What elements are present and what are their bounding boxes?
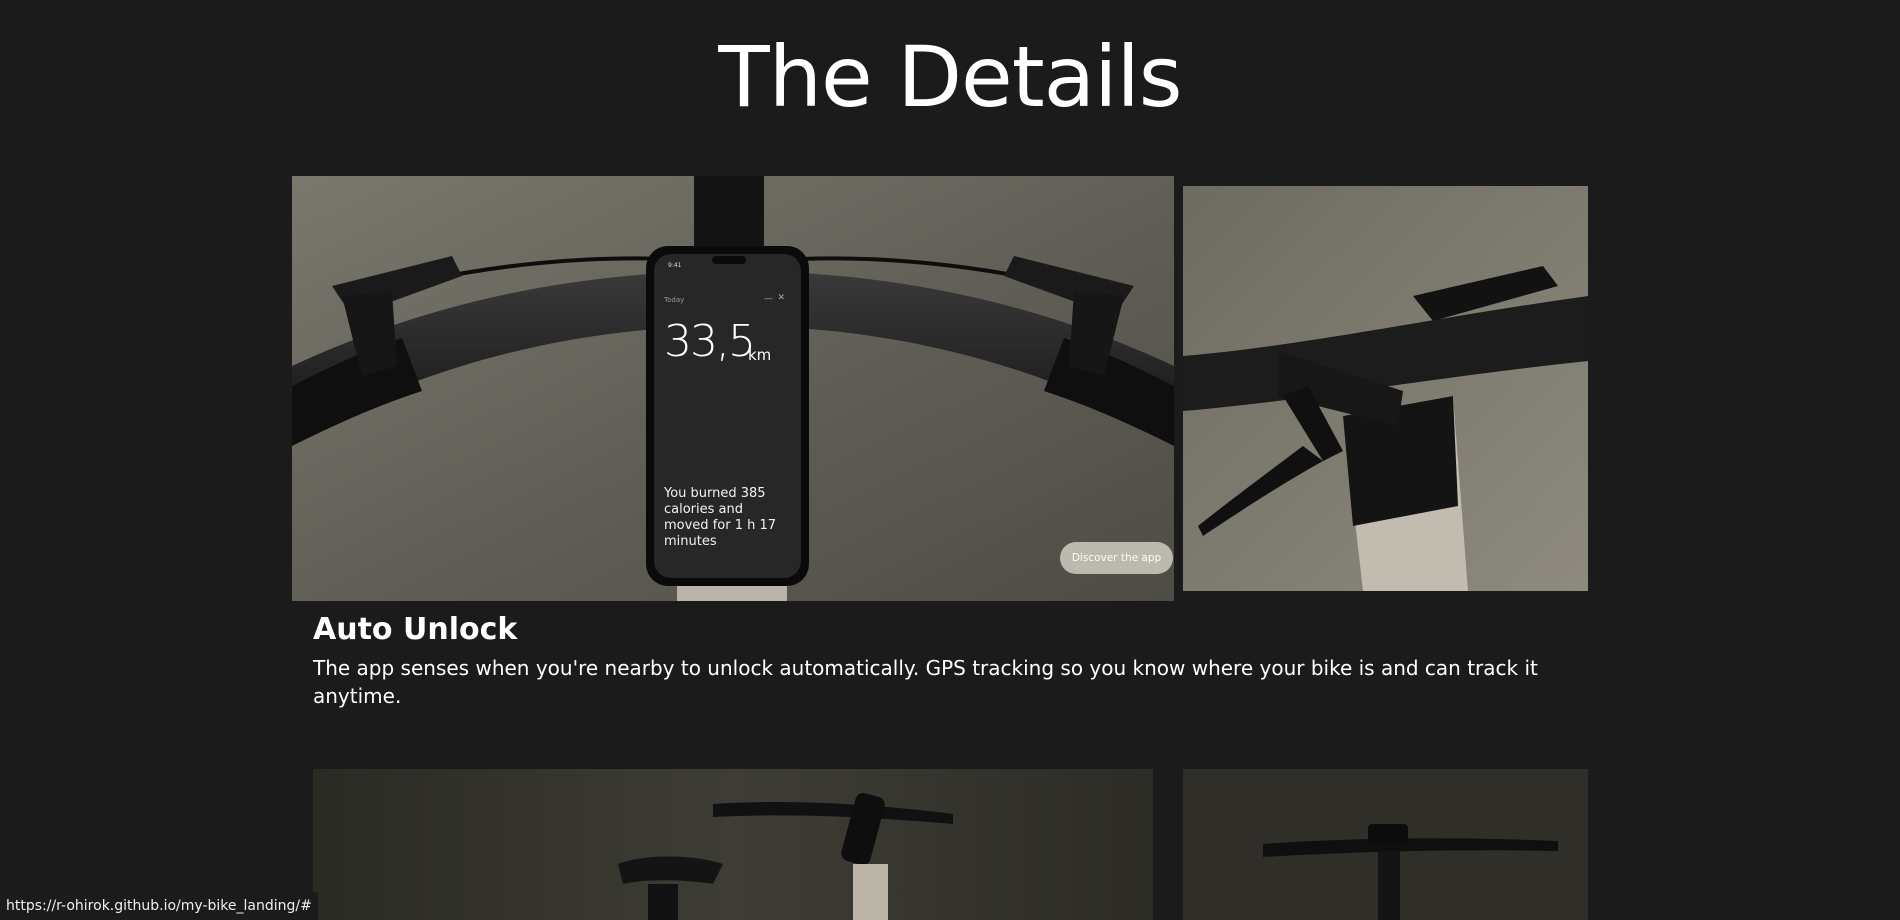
feature-description: The app senses when you're nearby to unl… (313, 656, 1538, 708)
details-page: The Details 9:41 Today — ✕ 33,5 km You b… (0, 0, 1900, 920)
phone-activity-summary: You burned 385 calories and moved for 1 … (664, 486, 777, 549)
bike-overview-image (313, 769, 1153, 920)
phone-today-label: Today (664, 296, 685, 304)
brake-lever-image (1183, 186, 1588, 591)
phone-distance-value: 33,5 (664, 316, 756, 367)
phone-time: 9:41 (668, 262, 682, 269)
section-title: The Details (718, 28, 1182, 126)
bike-front-image (1183, 769, 1588, 920)
feature-title: Auto Unlock (313, 612, 518, 647)
close-icon: ✕ (777, 293, 785, 303)
minus-icon: — (764, 294, 773, 304)
status-bar-url: https://r-ohirok.github.io/my-bike_landi… (0, 892, 318, 920)
discover-app-button[interactable]: Discover the app (1060, 542, 1173, 574)
phone-app-screen: 9:41 Today — ✕ 33,5 km You burned 385 ca… (656, 254, 803, 572)
phone-distance-unit: km (748, 346, 772, 364)
